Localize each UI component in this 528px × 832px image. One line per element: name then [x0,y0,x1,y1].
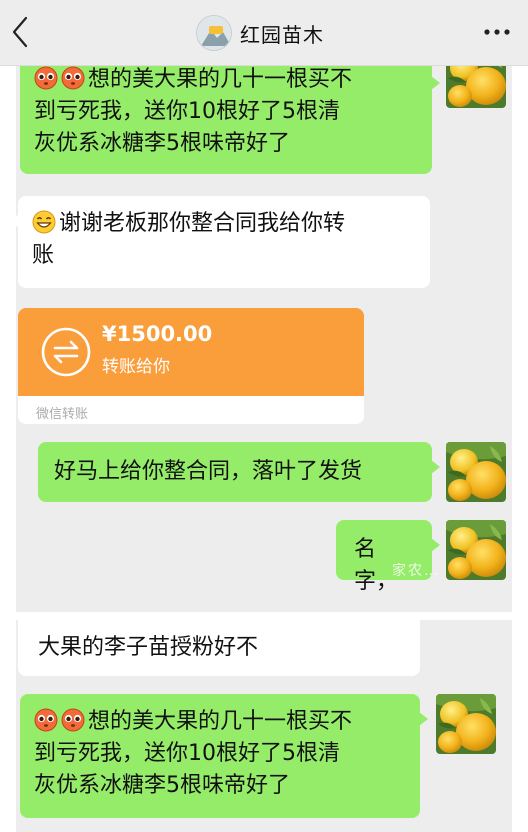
message-bubble-outgoing[interactable]: 想的美大果的几十一根买不 到亏死我，送你10根好了5根清 灰优系冰糖李5根味帝好… [20,694,428,818]
message-bubble-outgoing[interactable]: 想的美大果的几十一根买不 到亏死我，送你10根好了5根清 灰优系冰糖李5根味帝好… [20,66,440,174]
chat-title: 红园苗木 [240,22,324,47]
pleading-face-icon [34,708,58,732]
watermark: 家农… [392,563,440,579]
transfer-arrows-icon [41,327,91,377]
transfer-footer: 微信转账 [36,407,89,422]
pleading-face-icon [34,66,58,90]
message-line: 想的美大果的几十一根买不 [34,66,418,96]
ellipsis-icon [484,29,510,35]
transfer-note: 转账给你 [102,357,170,377]
message-line: 谢谢老板那你整合同我给你转 [32,208,416,240]
transfer-card[interactable]: ¥1500.00 转账给你 微信转账 [18,308,364,424]
chat-panel: 大果的李子苗授粉好不 想的美大果的几十一根买不 到亏死我，送你10根好了5根清 … [16,620,512,832]
message-line: 好马上给你整合同，落叶了发货 [54,459,363,484]
message-line: 灰优系冰糖李5根味帝好了 [34,773,290,798]
message-line: 灰优系冰糖李5根味帝好了 [34,131,290,156]
my-avatar[interactable] [446,520,506,580]
chevron-left-icon [12,16,28,48]
message-line: 账 [32,243,55,268]
transfer-amount: ¥1500.00 [102,322,213,346]
my-avatar[interactable] [446,66,506,108]
message-line: 到亏死我，送你10根好了5根清 [34,741,340,766]
contact-avatar[interactable] [196,15,232,51]
my-avatar[interactable] [446,442,506,502]
my-avatar[interactable] [436,694,496,754]
back-button[interactable] [6,14,36,50]
panel-separator [0,612,528,620]
pleading-face-icon [61,708,85,732]
chat-panel: 想的美大果的几十一根买不 到亏死我，送你10根好了5根清 灰优系冰糖李5根味帝好… [16,66,512,612]
message-bubble-incoming[interactable]: 大果的李子苗授粉好不 [18,620,420,676]
chat-header: 红园苗木 [0,0,528,66]
message-bubble-outgoing[interactable]: 好马上给你整合同，落叶了发货 [38,442,440,502]
message-line: 想的美大果的几十一根买不 [34,706,406,738]
chat-title-area[interactable]: 红园苗木 [196,13,324,53]
message-line: 大果的李子苗授粉好不 [38,635,259,660]
message-line: 到亏死我，送你10根好了5根清 [34,99,340,124]
message-bubble-incoming[interactable]: 谢谢老板那你整合同我给你转 账 [16,196,430,288]
more-button[interactable] [482,22,512,42]
pleading-face-icon [61,66,85,90]
grinning-face-icon [32,210,56,234]
